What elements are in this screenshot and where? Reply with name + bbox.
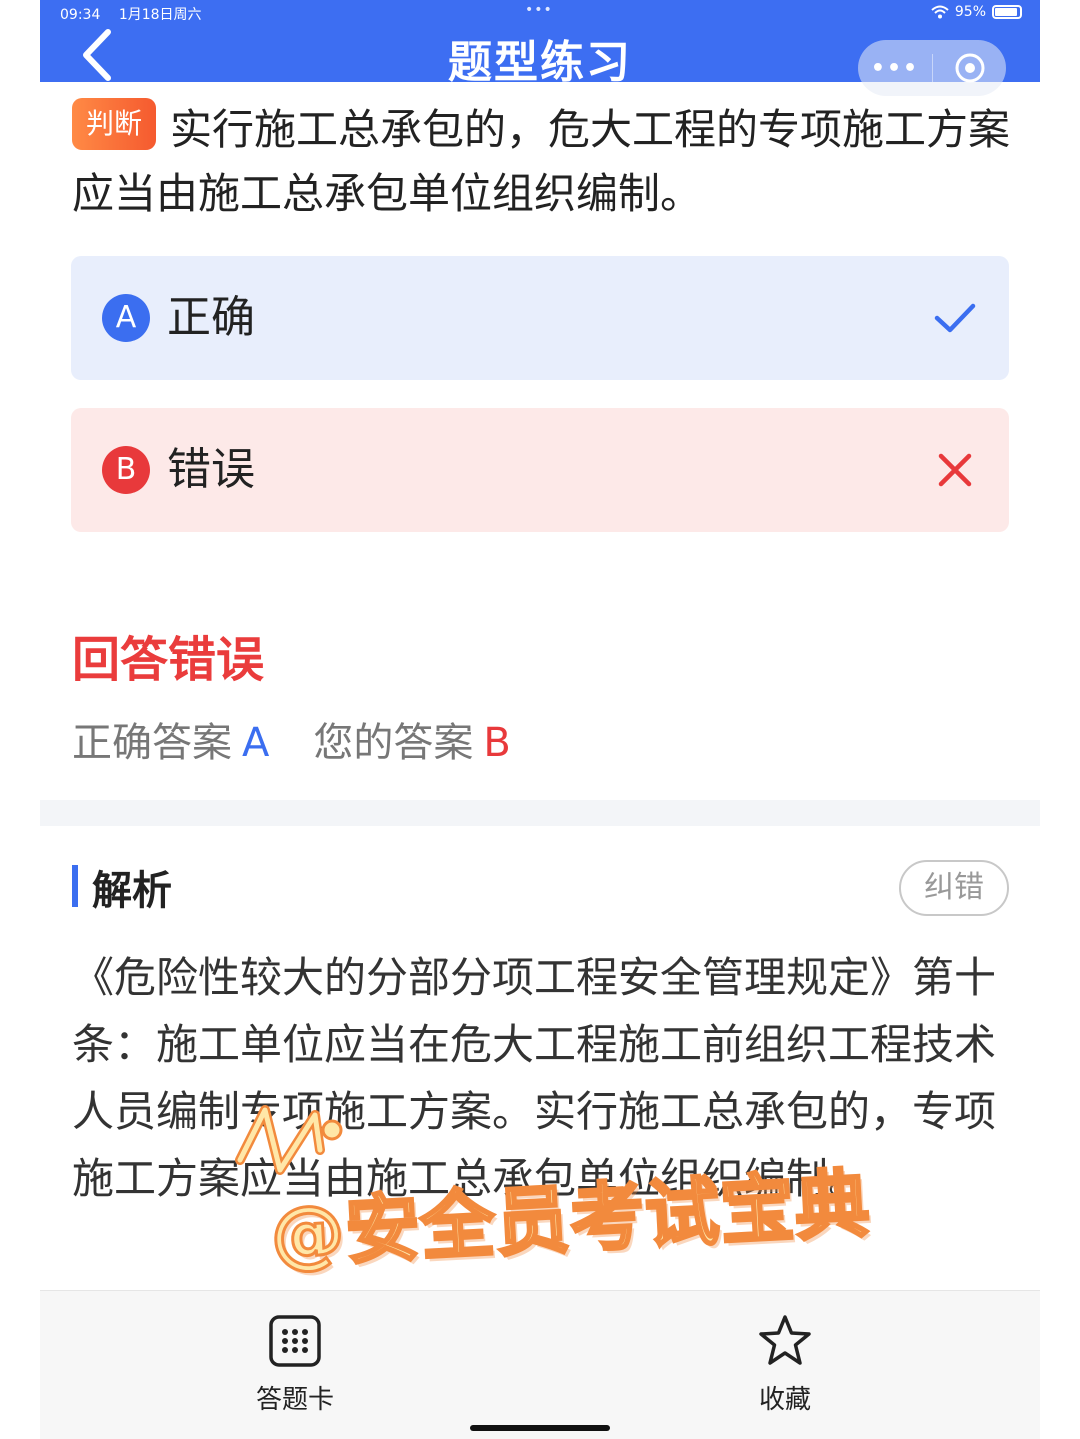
- app-frame: 09:34 1月18日周六 ••• 95% 题型练习 ••• 判断 实行施工总承…: [40, 0, 1040, 1439]
- option-b-letter: B: [102, 446, 150, 494]
- status-dots: •••: [525, 2, 553, 18]
- more-dots-icon[interactable]: •••: [858, 40, 932, 96]
- analysis-accent-bar: [72, 865, 78, 907]
- result-title: 回答错误: [72, 632, 265, 688]
- wifi-icon: [931, 5, 949, 19]
- answer-card-tab[interactable]: 答题卡: [230, 1313, 360, 1416]
- answer-card-label: 答题卡: [255, 1385, 334, 1415]
- close-button[interactable]: [933, 40, 1006, 96]
- option-b-label: 错误: [167, 444, 255, 495]
- option-b[interactable]: B 错误: [71, 408, 1009, 532]
- correct-answer-value: A: [242, 720, 270, 766]
- option-a-label: 正确: [167, 292, 255, 343]
- section-divider: [40, 800, 1040, 826]
- question-text: 实行施工总承包的，危大工程的专项施工方案应当由施工总承包单位组织编制。: [72, 105, 1011, 218]
- bottom-tab-bar: 答题卡 收藏: [40, 1290, 1040, 1439]
- close-target-icon: [955, 53, 984, 83]
- status-time: 09:34 1月18日周六: [60, 4, 202, 24]
- your-answer-value: B: [483, 720, 511, 766]
- favorite-tab[interactable]: 收藏: [720, 1313, 850, 1416]
- status-right: 95%: [931, 4, 1022, 20]
- star-icon: [759, 1315, 811, 1365]
- battery-icon: [992, 5, 1022, 19]
- clock-time: 09:34: [60, 7, 101, 23]
- question-type-tag: 判断: [72, 98, 157, 150]
- home-indicator[interactable]: [470, 1425, 610, 1431]
- battery-percent: 95%: [954, 4, 986, 20]
- analysis-title: 解析: [92, 868, 172, 914]
- cross-icon: [938, 453, 972, 487]
- report-error-button[interactable]: 纠错: [899, 860, 1009, 916]
- mini-program-capsule: •••: [858, 40, 1006, 96]
- option-a[interactable]: A 正确: [71, 256, 1009, 380]
- favorite-label: 收藏: [758, 1385, 811, 1415]
- answer-summary: 正确答案 A 您的答案 B: [72, 710, 511, 768]
- clock-date: 1月18日周六: [118, 7, 202, 23]
- correct-answer-label: 正确答案: [72, 720, 232, 766]
- question-text-block: 判断 实行施工总承包的，危大工程的专项施工方案应当由施工总承包单位组织编制。: [72, 98, 1012, 226]
- check-icon: [934, 303, 976, 333]
- your-answer-label: 您的答案: [313, 720, 474, 766]
- option-a-letter: A: [102, 294, 150, 342]
- grid-icon: [269, 1315, 321, 1367]
